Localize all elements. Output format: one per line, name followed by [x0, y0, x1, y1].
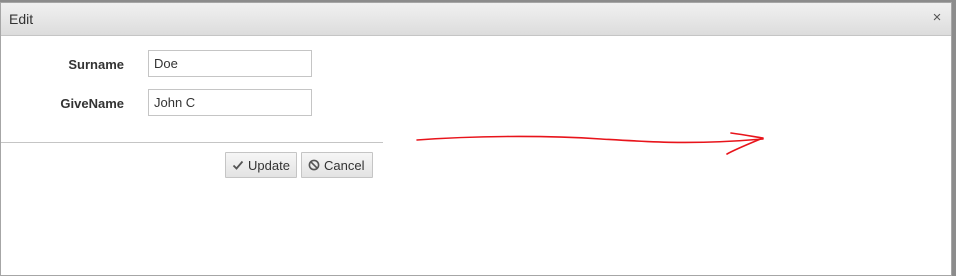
- cancel-circle-icon: [308, 159, 320, 171]
- surname-label: Surname: [68, 57, 124, 72]
- close-icon[interactable]: ×: [929, 10, 945, 26]
- cancel-label: Cancel: [324, 157, 365, 173]
- givename-label: GiveName: [60, 96, 124, 111]
- surname-input[interactable]: [148, 50, 312, 77]
- dialog-titlebar[interactable]: Edit ×: [1, 3, 951, 36]
- form-divider: [1, 142, 383, 143]
- cancel-button[interactable]: Cancel: [301, 152, 373, 178]
- annotation-arrow: [416, 132, 764, 155]
- dialog-title: Edit: [9, 11, 34, 27]
- check-icon: [232, 159, 244, 171]
- update-label: Update: [248, 157, 290, 173]
- givename-input[interactable]: [148, 89, 312, 116]
- edit-dialog: Edit × Surname GiveName Update Cancel: [0, 2, 952, 276]
- update-button[interactable]: Update: [225, 152, 297, 178]
